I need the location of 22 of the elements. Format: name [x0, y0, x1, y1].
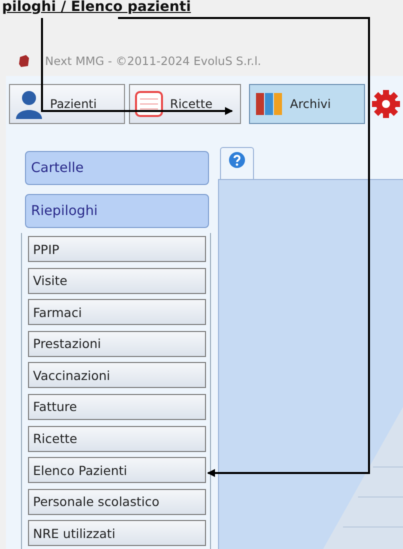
toolbar-button[interactable]: Pazienti — [9, 84, 125, 124]
list-item[interactable]: Elenco Pazienti — [28, 457, 206, 484]
list-item[interactable]: Farmaci — [28, 299, 206, 326]
form-icon — [134, 89, 164, 119]
list-item[interactable]: Visite — [28, 268, 206, 294]
list-item[interactable]: Prestazioni — [28, 330, 206, 357]
section-button[interactable]: Cartelle — [25, 151, 209, 185]
list-item[interactable]: Ricette — [28, 426, 206, 452]
list-item[interactable]: Vaccinazioni — [28, 362, 206, 388]
toolbar-button[interactable]: Archivi — [249, 84, 365, 124]
window-title: Next MMG - ©2011-2024 EvoluS S.r.l. — [45, 54, 262, 68]
section-button[interactable]: Riepiloghi — [25, 194, 209, 228]
toolbar-button[interactable]: Ricette — [129, 84, 241, 124]
person-icon — [14, 89, 44, 119]
gear-icon — [371, 89, 401, 119]
help-icon — [229, 152, 245, 168]
list-item[interactable]: Fatture — [28, 394, 206, 420]
annotation-heading: piloghi / Elenco pazienti — [1, 0, 192, 17]
help-tab[interactable] — [220, 147, 254, 179]
list-item[interactable]: Personale scolastico — [28, 488, 206, 515]
list-item[interactable]: NRE utilizzati — [28, 520, 206, 546]
list-item[interactable]: PPIP — [28, 236, 206, 262]
